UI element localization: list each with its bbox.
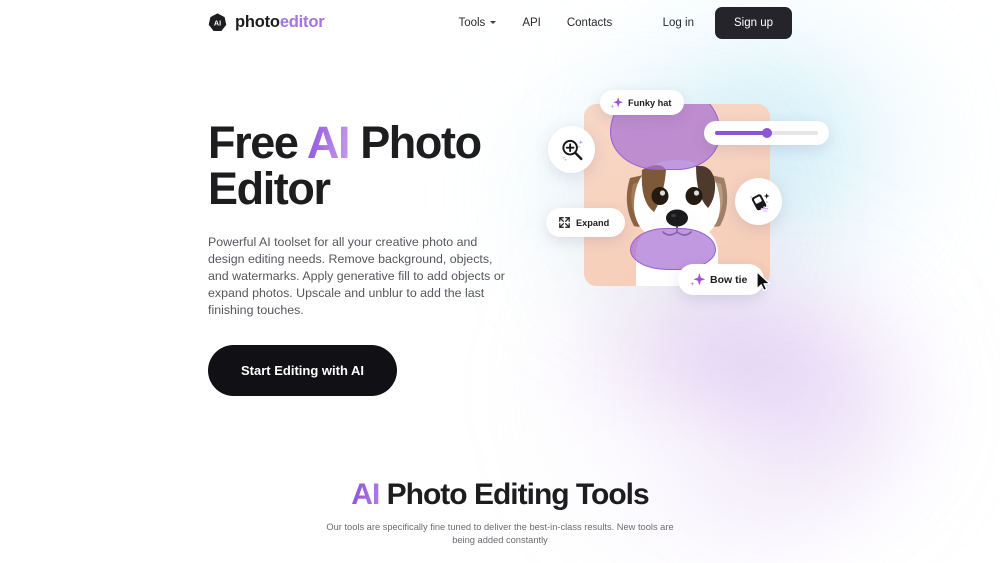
magic-eraser-button[interactable] — [735, 178, 782, 225]
brand-wordmark: photoeditor — [235, 13, 325, 32]
nav-item-tools-label: Tools — [458, 16, 486, 29]
hero-copy: Free AI Photo Editor Powerful AI toolset… — [208, 117, 508, 397]
chip-funky-hat-label: Funky hat — [628, 97, 672, 108]
chip-bow-tie[interactable]: Bow tie — [678, 264, 765, 295]
tools-section-subtitle: Our tools are specifically fine tuned to… — [326, 522, 674, 546]
page-title: Free AI Photo Editor — [208, 117, 508, 213]
sparkle-icon — [610, 97, 623, 109]
svg-text:AI: AI — [214, 19, 221, 28]
hero-subtitle: Powerful AI toolset for all your creativ… — [208, 234, 505, 318]
zoom-in-button[interactable] — [548, 126, 595, 173]
zoom-in-sparkle-icon — [561, 139, 583, 161]
header-actions: Log in Sign up — [663, 6, 792, 39]
tools-title-rest: Photo Editing Tools — [379, 478, 650, 512]
tools-section-title: AI Photo Editing Tools — [0, 478, 1000, 512]
magic-eraser-icon — [749, 192, 770, 212]
site-header: AI photoeditor Tools API Contacts Log in… — [0, 0, 1000, 45]
slider-track — [715, 128, 818, 138]
chip-bow-tie-label: Bow tie — [710, 273, 748, 286]
brand-logo[interactable]: AI photoeditor — [208, 13, 325, 32]
chip-expand-label: Expand — [576, 217, 610, 228]
tools-title-accent: AI — [351, 478, 380, 512]
start-editing-button[interactable]: Start Editing with AI — [208, 345, 398, 397]
main-navigation: Tools API Contacts — [458, 17, 612, 29]
slider-fill — [715, 131, 767, 135]
chip-expand[interactable]: Expand — [546, 208, 626, 237]
signup-button[interactable]: Sign up — [714, 6, 792, 39]
logo-hexagon-icon: AI — [208, 13, 227, 32]
chip-funky-hat[interactable]: Funky hat — [600, 90, 685, 115]
mouse-cursor-icon — [756, 271, 771, 291]
brand-name-part2: editor — [279, 13, 325, 31]
nav-item-contacts[interactable]: Contacts — [567, 17, 612, 29]
hero-title-accent: AI — [306, 117, 351, 168]
hero-title-part1: Free — [208, 117, 307, 168]
sparkle-icon — [690, 273, 705, 286]
tools-section: AI Photo Editing Tools Our tools are spe… — [0, 478, 1000, 547]
slider-knob[interactable] — [761, 128, 772, 138]
chevron-down-icon — [490, 21, 497, 24]
nav-item-tools[interactable]: Tools — [458, 16, 497, 29]
nav-item-api[interactable]: API — [522, 17, 541, 29]
hero-illustration: Funky hat Expand Bow tie — [538, 68, 868, 358]
expand-arrows-icon — [559, 217, 570, 228]
brand-name-part1: photo — [235, 13, 280, 31]
login-link[interactable]: Log in — [663, 17, 694, 29]
hero-section: Free AI Photo Editor Powerful AI toolset… — [0, 90, 1000, 397]
intensity-slider[interactable] — [704, 121, 829, 145]
